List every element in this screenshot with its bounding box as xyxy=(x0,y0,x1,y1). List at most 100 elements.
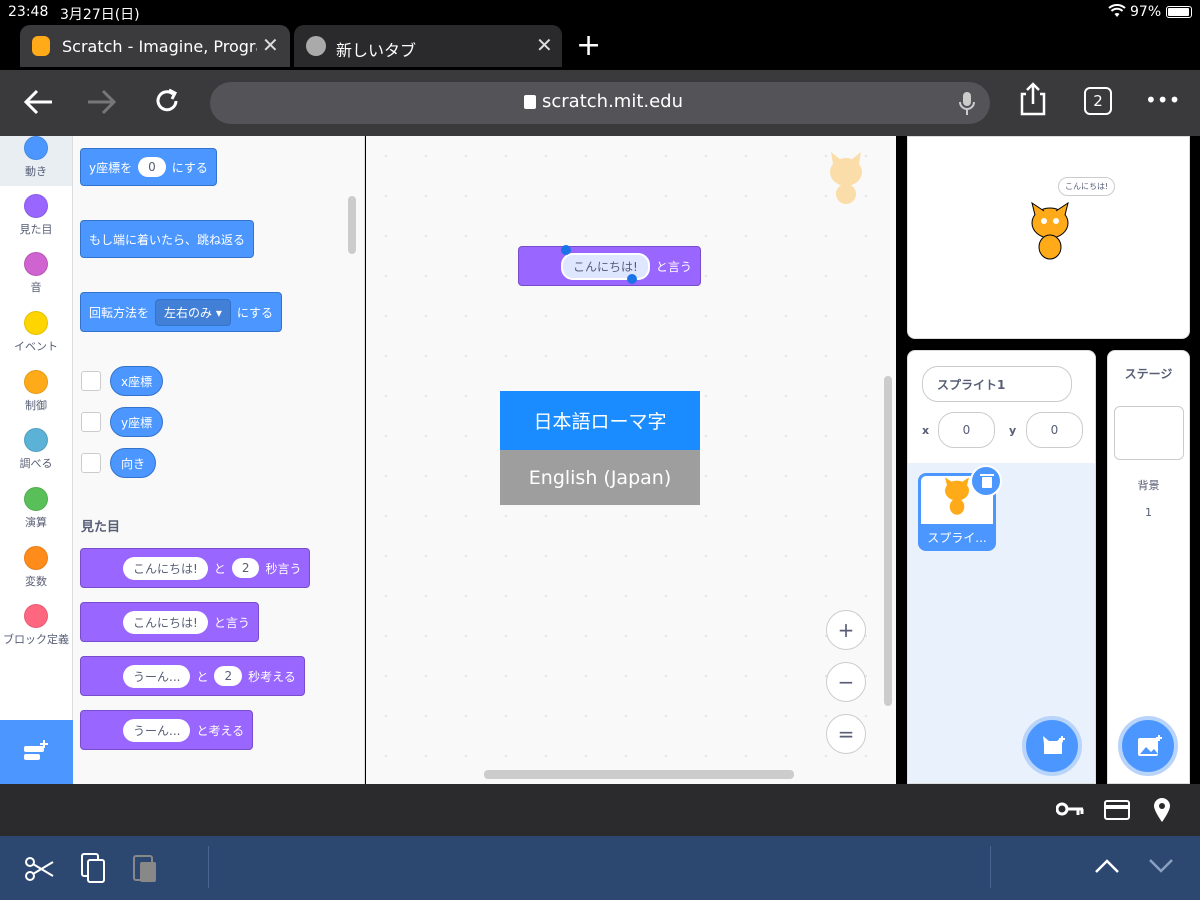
say-text-input[interactable]: こんにちは! xyxy=(561,252,650,280)
block-set-y[interactable]: y座標を 0 にする xyxy=(80,148,217,186)
tab-scratch[interactable]: Scratch - Imagine, Progra ✕ xyxy=(20,25,290,67)
paste-icon[interactable] xyxy=(132,852,158,884)
sprite-cat-icon[interactable] xyxy=(1020,201,1080,271)
block-rotation-style[interactable]: 回転方法を 左右のみ ▾ にする xyxy=(80,292,283,332)
reload-icon[interactable] xyxy=(152,86,182,116)
block-think[interactable]: うーん... と考える xyxy=(80,710,254,750)
scissors-icon[interactable] xyxy=(24,856,56,882)
category-dot-icon xyxy=(24,428,48,452)
delete-sprite-button[interactable] xyxy=(970,465,1002,497)
block-input[interactable]: こんにちは! xyxy=(123,610,208,634)
selection-handle-start[interactable] xyxy=(561,245,571,255)
status-date: 3月27日(日) xyxy=(60,7,140,23)
category-control[interactable]: 制御 xyxy=(0,370,72,413)
status-time: 23:48 xyxy=(8,4,49,20)
sprite-info-pane: スプライト1 x 0 y 0 スプライ... xyxy=(907,350,1096,784)
extension-button[interactable] xyxy=(0,720,73,784)
block-text: と言う xyxy=(655,259,692,274)
reporter-y[interactable]: y座標 xyxy=(110,407,164,437)
category-dot-icon xyxy=(24,252,48,276)
microphone-icon[interactable] xyxy=(958,91,976,117)
block-text: にする xyxy=(171,160,208,175)
block-text: 回転方法を xyxy=(89,305,150,320)
block-text: と xyxy=(213,561,226,576)
zoom-out-button[interactable]: − xyxy=(826,662,866,702)
block-input[interactable]: 2 xyxy=(231,558,260,578)
category-dot-icon xyxy=(24,311,48,335)
sprite-y-field[interactable]: 0 xyxy=(1026,412,1083,448)
category-sensing[interactable]: 調べる xyxy=(0,428,72,471)
cat-add-icon xyxy=(1043,736,1065,754)
category-menu: 動き 見た目 音 イベント 制御 調べる 演算 変数 ブロック定義 xyxy=(0,136,73,784)
tab-new[interactable]: 新しいタブ ✕ xyxy=(294,25,562,67)
sprite-name-field[interactable]: スプライト1 xyxy=(922,366,1072,402)
workspace-vscrollbar[interactable] xyxy=(884,376,892,706)
category-operators[interactable]: 演算 xyxy=(0,487,72,530)
selection-handle-end[interactable] xyxy=(627,274,637,284)
backdrop-count: 1 xyxy=(1145,506,1152,519)
choose-sprite-button[interactable] xyxy=(1022,716,1082,776)
url-text: scratch.mit.edu xyxy=(542,91,684,112)
palette-scrollbar[interactable] xyxy=(348,196,356,254)
chevron-up-icon[interactable] xyxy=(1094,858,1120,874)
checkbox-y[interactable] xyxy=(81,412,101,432)
zoom-reset-button[interactable]: = xyxy=(826,714,866,754)
category-events[interactable]: イベント xyxy=(0,311,72,354)
rotation-dropdown[interactable]: 左右のみ ▾ xyxy=(155,298,231,326)
stage-canvas[interactable]: こんにちは! xyxy=(907,136,1190,339)
workspace-hscrollbar[interactable] xyxy=(484,770,794,779)
category-motion[interactable]: 動き xyxy=(0,136,72,179)
workspace-say-block[interactable]: こんにちは! と言う xyxy=(518,246,701,286)
zoom-in-button[interactable]: + xyxy=(826,610,866,650)
sprite-watermark-icon xyxy=(821,150,871,206)
stage-selector[interactable]: ステージ 背景 1 xyxy=(1107,350,1190,784)
new-tab-button[interactable]: + xyxy=(576,28,601,63)
block-text: にする xyxy=(236,305,274,320)
divider xyxy=(990,846,991,888)
more-menu-icon[interactable]: ••• xyxy=(1145,88,1180,112)
block-input[interactable]: 0 xyxy=(138,157,166,177)
forward-arrow-icon[interactable] xyxy=(86,88,118,116)
ime-option-english[interactable]: English (Japan) xyxy=(500,450,700,505)
backdrop-thumbnail[interactable] xyxy=(1114,406,1184,460)
category-variables[interactable]: 変数 xyxy=(0,546,72,589)
battery-percent: 97% xyxy=(1130,4,1162,20)
category-my-blocks[interactable]: ブロック定義 xyxy=(0,604,72,647)
reporter-x[interactable]: x座標 xyxy=(110,366,164,396)
ime-option-japanese[interactable]: 日本語ローマ字 xyxy=(500,391,700,450)
key-icon[interactable] xyxy=(1056,800,1084,818)
address-bar[interactable]: scratch.mit.edu xyxy=(210,82,990,124)
checkbox-direction[interactable] xyxy=(81,453,101,473)
share-icon[interactable] xyxy=(1018,82,1048,118)
block-bounce[interactable]: もし端に着いたら、跳ね返る xyxy=(80,220,255,258)
reporter-direction[interactable]: 向き xyxy=(110,448,157,478)
block-say-for-secs[interactable]: こんにちは! と 2 秒言う xyxy=(80,548,311,588)
category-looks[interactable]: 見た目 xyxy=(0,194,72,237)
block-say[interactable]: こんにちは! と言う xyxy=(80,602,259,642)
scratch-favicon-icon xyxy=(32,36,50,56)
location-pin-icon[interactable] xyxy=(1152,797,1172,823)
block-input[interactable]: うーん... xyxy=(123,718,191,742)
block-input[interactable]: こんにちは! xyxy=(123,556,208,580)
block-text: 秒言う xyxy=(265,561,302,576)
block-text: もし端に着いたら、跳ね返る xyxy=(89,232,246,247)
back-arrow-icon[interactable] xyxy=(22,88,54,116)
copy-icon[interactable] xyxy=(80,852,106,884)
category-label: 変数 xyxy=(25,575,47,588)
checkbox-x[interactable] xyxy=(81,371,101,391)
card-icon[interactable] xyxy=(1104,800,1130,820)
sprite-x-field[interactable]: 0 xyxy=(938,412,995,448)
code-workspace[interactable]: こんにちは! と言う 日本語ローマ字 English (Japan) + − = xyxy=(366,136,896,784)
close-tab-icon[interactable]: ✕ xyxy=(262,33,279,57)
close-tab-icon[interactable]: ✕ xyxy=(536,33,553,57)
chevron-down-icon[interactable] xyxy=(1148,858,1174,874)
block-input[interactable]: うーん... xyxy=(123,664,191,688)
chevron-down-icon: ▾ xyxy=(215,305,222,320)
tab-count-button[interactable]: 2 xyxy=(1084,87,1112,115)
block-think-for-secs[interactable]: うーん... と 2 秒考える xyxy=(80,656,305,696)
stage-title: ステージ xyxy=(1124,367,1173,381)
choose-backdrop-button[interactable] xyxy=(1118,716,1178,776)
tab-title: Scratch - Imagine, Progra xyxy=(62,37,257,56)
category-sound[interactable]: 音 xyxy=(0,252,72,295)
block-input[interactable]: 2 xyxy=(214,666,243,686)
